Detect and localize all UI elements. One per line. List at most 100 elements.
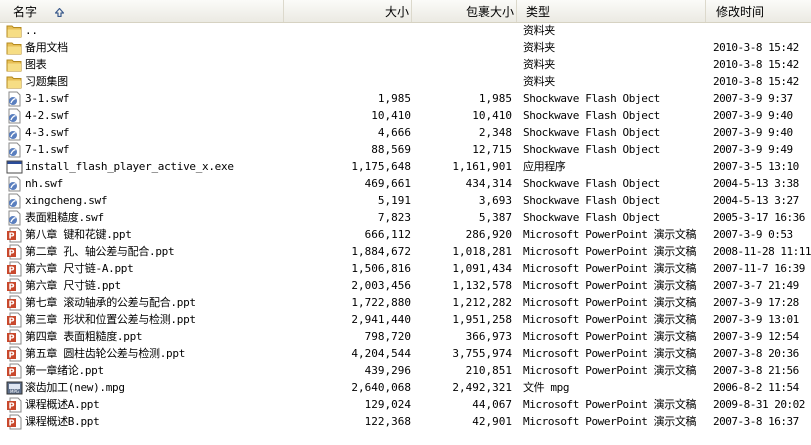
file-name: 习题集图 xyxy=(25,75,68,88)
file-row[interactable]: P 第四章 表面粗糙度.ppt 798,720 366,973 Microsoft Po… xyxy=(0,328,811,345)
file-packed-size xyxy=(412,39,512,56)
swf-file-icon xyxy=(6,108,23,124)
file-rows: .. 资料夹 备用文档 资料夹 2010-3-8 15:42 图表 资料夹 2010-3-8 … xyxy=(0,22,811,430)
file-name: 第八章 键和花键.ppt xyxy=(25,228,132,241)
file-type: Microsoft PowerPoint 演示文稿 xyxy=(523,245,697,258)
mpg-file-icon: MPG xyxy=(6,380,23,396)
file-row[interactable]: P 第六章 尺寸链.ppt 2,003,456 1,132,578 Microsoft … xyxy=(0,277,811,294)
file-packed-size: 3,755,974 xyxy=(452,347,512,360)
file-row[interactable]: 备用文档 资料夹 2010-3-8 15:42 xyxy=(0,39,811,56)
svg-text:MPG: MPG xyxy=(10,389,19,394)
file-name: 第一章绪论.ppt xyxy=(25,364,104,377)
column-header-modified-label: 修改时间 xyxy=(716,5,765,19)
ppt-file-icon: P xyxy=(6,312,23,328)
file-name: .. xyxy=(25,24,38,37)
file-row[interactable]: MPG 滚齿加工(new).mpg 2,640,068 2,492,321 文件 mpg… xyxy=(0,379,811,396)
file-row[interactable]: xingcheng.swf 5,191 3,693 Shockwave Flash O… xyxy=(0,192,811,209)
file-name: 第六章 尺寸链.ppt xyxy=(25,279,121,292)
file-modified: 2007-3-9 13:01 xyxy=(713,313,799,326)
file-name: 课程概述A.ppt xyxy=(25,398,100,411)
ppt-file-icon: P xyxy=(6,363,23,379)
file-row[interactable]: P 第五章 圆柱齿轮公差与检测.ppt 4,204,544 3,755,974 Micr… xyxy=(0,345,811,362)
file-type: Microsoft PowerPoint 演示文稿 xyxy=(523,279,697,292)
folder-icon xyxy=(6,57,23,73)
ppt-file-icon: P xyxy=(6,278,23,294)
file-row[interactable]: 7-1.swf 88,569 12,715 Shockwave Flash Objec… xyxy=(0,141,811,158)
file-row[interactable]: P 第八章 键和花键.ppt 666,112 286,920 Microsoft Pow… xyxy=(0,226,811,243)
file-modified: 2004-5-13 3:38 xyxy=(713,177,799,190)
svg-text:P: P xyxy=(9,419,15,428)
file-size: 1,884,672 xyxy=(351,245,411,258)
swf-file-icon xyxy=(6,91,23,107)
file-row[interactable]: .. 资料夹 xyxy=(0,22,811,39)
file-type: Microsoft PowerPoint 演示文稿 xyxy=(523,398,697,411)
file-type: Microsoft PowerPoint 演示文稿 xyxy=(523,330,697,343)
file-packed-size: 434,314 xyxy=(465,177,512,190)
column-header-packed-size[interactable]: 包裹大小 xyxy=(412,0,517,22)
file-row[interactable]: P 第二章 孔、轴公差与配合.ppt 1,884,672 1,018,281 Micro… xyxy=(0,243,811,260)
file-row[interactable]: 习题集图 资料夹 2010-3-8 15:42 xyxy=(0,73,811,90)
ppt-file-icon: P xyxy=(6,397,23,413)
file-row[interactable]: P 课程概述B.ppt 122,368 42,901 Microsoft PowerPo… xyxy=(0,413,811,430)
file-type: Microsoft PowerPoint 演示文稿 xyxy=(523,347,697,360)
file-row[interactable]: 表面粗糙度.swf 7,823 5,387 Shockwave Flash Objec… xyxy=(0,209,811,226)
file-modified: 2007-3-9 9:40 xyxy=(713,109,793,122)
file-packed-size: 2,348 xyxy=(478,126,512,139)
file-modified: 2005-3-17 16:36 xyxy=(713,211,805,224)
file-size xyxy=(284,39,411,56)
swf-file-icon xyxy=(6,125,23,141)
column-header-name[interactable]: 名字 xyxy=(0,0,284,22)
file-type: 资料夹 xyxy=(523,24,555,37)
file-size: 666,112 xyxy=(364,228,411,241)
svg-text:P: P xyxy=(9,300,15,309)
file-modified: 2010-3-8 15:42 xyxy=(713,75,799,88)
exe-file-icon xyxy=(6,159,23,175)
file-row[interactable]: P 课程概述A.ppt 129,024 44,067 Microsoft PowerPo… xyxy=(0,396,811,413)
file-row[interactable]: nh.swf 469,661 434,314 Shockwave Flash Obje… xyxy=(0,175,811,192)
file-name: nh.swf xyxy=(25,177,63,190)
svg-text:P: P xyxy=(9,283,15,292)
file-row[interactable]: install_flash_player_active_x.exe 1,175,6… xyxy=(0,158,811,175)
column-header-size[interactable]: 大小 xyxy=(284,0,412,22)
svg-text:P: P xyxy=(9,368,15,377)
file-name: 图表 xyxy=(25,58,47,71)
file-name: install_flash_player_active_x.exe xyxy=(25,160,234,173)
file-packed-size: 1,951,258 xyxy=(452,313,512,326)
folder-icon xyxy=(6,74,23,90)
ppt-file-icon: P xyxy=(6,261,23,277)
file-row[interactable]: 4-2.swf 10,410 10,410 Shockwave Flash Objec… xyxy=(0,107,811,124)
file-modified: 2007-3-9 0:53 xyxy=(713,228,793,241)
file-row[interactable]: 4-3.swf 4,666 2,348 Shockwave Flash Object 2… xyxy=(0,124,811,141)
file-packed-size: 2,492,321 xyxy=(452,381,512,394)
file-packed-size xyxy=(412,73,512,90)
file-packed-size: 10,410 xyxy=(472,109,512,122)
file-name: 第四章 表面粗糙度.ppt xyxy=(25,330,143,343)
svg-text:P: P xyxy=(9,232,15,241)
file-size: 4,666 xyxy=(377,126,411,139)
file-row[interactable]: 3-1.swf 1,985 1,985 Shockwave Flash Object 2… xyxy=(0,90,811,107)
column-header-size-label: 大小 xyxy=(384,5,409,19)
file-row[interactable]: 图表 资料夹 2010-3-8 15:42 xyxy=(0,56,811,73)
file-row[interactable]: P 第七章 滚动轴承的公差与配合.ppt 1,722,880 1,212,282 Mic… xyxy=(0,294,811,311)
file-size: 439,296 xyxy=(364,364,411,377)
file-size: 469,661 xyxy=(364,177,411,190)
file-name: 课程概述B.ppt xyxy=(25,415,100,428)
column-header-modified[interactable]: 修改时间 xyxy=(706,0,811,22)
file-modified: 2007-3-8 16:37 xyxy=(713,415,799,428)
ppt-file-icon: P xyxy=(6,295,23,311)
file-row[interactable]: P 第三章 形状和位置公差与检测.ppt 2,941,440 1,951,258 Mic… xyxy=(0,311,811,328)
file-row[interactable]: P 第六章 尺寸链-A.ppt 1,506,816 1,091,434 Microsof… xyxy=(0,260,811,277)
file-row[interactable]: P 第一章绪论.ppt 439,296 210,851 Microsoft PowerP… xyxy=(0,362,811,379)
file-modified: 2007-3-8 21:56 xyxy=(713,364,799,377)
file-modified: 2007-3-9 9:37 xyxy=(713,92,793,105)
file-packed-size: 3,693 xyxy=(478,194,512,207)
file-type: Shockwave Flash Object xyxy=(523,92,660,105)
column-header-type[interactable]: 类型 xyxy=(517,0,706,22)
svg-text:P: P xyxy=(9,351,15,360)
file-type: Microsoft PowerPoint 演示文稿 xyxy=(523,415,697,428)
file-name: xingcheng.swf xyxy=(25,194,108,207)
svg-text:P: P xyxy=(9,249,15,258)
file-packed-size: 210,851 xyxy=(465,364,512,377)
file-modified: 2007-3-9 17:28 xyxy=(713,296,799,309)
file-modified: 2006-8-2 11:54 xyxy=(713,381,799,394)
